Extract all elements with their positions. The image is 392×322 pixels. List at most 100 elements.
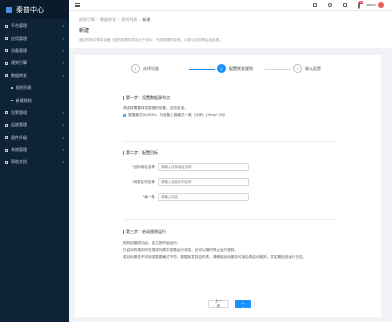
section-title: 第一步：设置数据源节点 bbox=[123, 95, 337, 101]
menu-icon bbox=[5, 24, 8, 28]
sidebar-item[interactable]: 运维管理 ▾ bbox=[0, 119, 69, 131]
user-menu[interactable]: admin bbox=[366, 2, 384, 8]
bullet-icon bbox=[11, 87, 13, 89]
breadcrumb: 规则引擎 / 数据转发 / 规则列表 / 新建 bbox=[79, 17, 151, 23]
form-buttons: 上一步 下一步 bbox=[208, 297, 251, 311]
format-option[interactable]: 数据格式为JSON，与设备上报格式一致（示例：{"temp":25}） bbox=[123, 113, 337, 118]
section-title: 第三步：启动规则运行 bbox=[123, 229, 337, 235]
sidebar-item[interactable]: 帮助文档 ▾ bbox=[0, 156, 69, 168]
section-text: 请选择需要转发数据的设备，支持多选。 bbox=[123, 106, 188, 110]
sidebar-item-label: 数据转发 bbox=[11, 72, 27, 78]
breadcrumb-current: 新建 bbox=[142, 17, 151, 22]
brand-title: 秦普中心 bbox=[16, 6, 44, 14]
sidebar-item-label: 应用管理 bbox=[11, 35, 27, 41]
sidebar-item[interactable]: 固件升级 ▾ bbox=[0, 132, 69, 144]
fullscreen-icon[interactable] bbox=[313, 3, 318, 7]
menu-icon bbox=[5, 111, 8, 115]
step-3: 3 确认配置 bbox=[293, 64, 321, 73]
menu-icon bbox=[5, 148, 8, 152]
sidebar-item-label: 新建规则 bbox=[15, 97, 32, 103]
chevron-down-icon: ▾ bbox=[62, 36, 64, 41]
sidebar-item[interactable]: 规则列表 bbox=[0, 82, 69, 94]
divider bbox=[123, 219, 337, 220]
menu-icon bbox=[5, 37, 8, 41]
avatar bbox=[378, 2, 384, 8]
next-button[interactable]: 下一步 bbox=[235, 297, 251, 311]
logo-icon bbox=[6, 6, 12, 13]
queue-name-input[interactable] bbox=[158, 178, 249, 186]
section-start: 第三步：启动规则运行 规则创建成功后，会立即开始运行。 已启动的规则可在规则列表… bbox=[123, 229, 337, 259]
sidebar-item[interactable]: 规则引擎 ▾ bbox=[0, 57, 69, 69]
step-1: 1 选择设备 bbox=[131, 64, 159, 73]
chevron-down-icon: ▾ bbox=[62, 160, 64, 165]
sidebar-item-label: 平台管理 bbox=[11, 23, 27, 29]
sidebar-item[interactable]: 设备管理 ▾ bbox=[0, 45, 69, 57]
chevron-down-icon: ▾ bbox=[62, 110, 64, 115]
section-data-source: 第一步：设置数据源节点 请选择需要转发数据的设备，支持多选。 数据格式为JSON… bbox=[123, 95, 337, 118]
menu-icon bbox=[5, 123, 8, 127]
chevron-down-icon: ▾ bbox=[62, 135, 64, 140]
step-2: 2 配置转发规则 bbox=[217, 64, 253, 73]
sidebar-item-label: 系统管理 bbox=[11, 147, 27, 153]
sidebar-item[interactable]: 新建规则 bbox=[0, 94, 69, 106]
menu-icon bbox=[5, 49, 8, 53]
step-label: 确认配置 bbox=[305, 65, 321, 71]
menu-icon bbox=[5, 136, 8, 140]
page-description: 通过规则引擎将设备上报的数据转发到云产品中，完成数据的存储、计算与应用等后续处理… bbox=[79, 38, 223, 42]
notification-bell[interactable]: 12 bbox=[358, 0, 364, 9]
section-text: 若目标服务不可用或数据格式不符，数据转发将会失败，请确保目标服务可用后再启动规则… bbox=[123, 254, 307, 259]
breadcrumb-item[interactable]: 数据转发 bbox=[100, 17, 116, 23]
prev-button[interactable]: 上一步 bbox=[208, 299, 229, 308]
option-label: 数据格式为JSON，与设备上报格式一致（示例：{"temp":25}） bbox=[128, 113, 228, 117]
form-row: *目标地址名称 bbox=[123, 163, 337, 171]
breadcrumb-item[interactable]: 规则引擎 bbox=[79, 17, 95, 23]
page-header: 规则引擎 / 数据转发 / 规则列表 / 新建 新建 通过规则引擎将设备上报的数… bbox=[69, 11, 392, 48]
content-input[interactable] bbox=[158, 193, 249, 201]
field-label: *目标地址名称 bbox=[132, 164, 155, 169]
radio-icon[interactable] bbox=[123, 113, 127, 118]
menu-icon bbox=[5, 160, 8, 164]
sidebar-item[interactable]: 系统管理 ▾ bbox=[0, 144, 69, 156]
sidebar-item[interactable]: 应用管理 ▾ bbox=[0, 32, 69, 44]
chevron-down-icon: ▾ bbox=[62, 123, 64, 128]
sidebar-item[interactable]: 平台管理 ▾ bbox=[0, 20, 69, 32]
brand: 秦普中心 bbox=[0, 0, 69, 19]
chevron-down-icon: ▾ bbox=[62, 24, 64, 29]
step-number: 2 bbox=[217, 64, 226, 73]
form-row: *消息队列名称 bbox=[123, 178, 337, 186]
section-title: 第二步：配置目标 bbox=[123, 150, 337, 156]
sidebar-item-label: 帮助文档 bbox=[11, 159, 27, 165]
section-text: 规则创建成功后，会立即开始运行。 bbox=[123, 241, 181, 245]
divider bbox=[123, 141, 337, 142]
settings-icon[interactable] bbox=[343, 3, 348, 7]
menu-toggle-icon[interactable] bbox=[75, 3, 80, 7]
step-label: 配置转发规则 bbox=[229, 65, 253, 71]
top-bar: 12 admin bbox=[69, 0, 392, 11]
sidebar-item[interactable]: 数据转发 ▾ bbox=[0, 70, 69, 82]
sidebar-item[interactable]: 告警管理 ▾ bbox=[0, 107, 69, 119]
bullet-icon bbox=[11, 99, 13, 102]
menu-icon bbox=[5, 74, 8, 78]
menu-icon bbox=[5, 61, 8, 65]
step-number: 1 bbox=[131, 64, 140, 73]
sidebar-item-label: 设备管理 bbox=[11, 47, 27, 53]
username: admin bbox=[366, 3, 376, 7]
chevron-down-icon: ▾ bbox=[62, 73, 64, 78]
sidebar-item-label: 运维管理 bbox=[11, 122, 27, 128]
step-label: 选择设备 bbox=[143, 65, 159, 71]
form-card: 1 选择设备 2 配置转发规则 3 确认配置 第一步：设置数据源节点 请选择需要… bbox=[75, 55, 381, 317]
section-target: 第二步：配置目标 *目标地址名称 *消息队列名称 *每一条 bbox=[123, 150, 337, 201]
help-icon[interactable] bbox=[328, 3, 333, 7]
chevron-down-icon: ▾ bbox=[62, 48, 64, 53]
notification-badge: 12 bbox=[358, 0, 364, 4]
page-title: 新建 bbox=[79, 28, 90, 34]
breadcrumb-item[interactable]: 规则列表 bbox=[121, 17, 137, 23]
form-row: *每一条 bbox=[123, 193, 337, 201]
sidebar-menu: 平台管理 ▾ 应用管理 ▾ 设备管理 ▾ 规则引擎 ▾ 数据转发 ▾ 规则列表 新建规则 告警管理 ▾ 运维… bbox=[0, 19, 69, 169]
target-name-input[interactable] bbox=[158, 163, 249, 171]
field-label: *每一条 bbox=[142, 194, 155, 199]
field-label: *消息队列名称 bbox=[132, 179, 155, 184]
step-number: 3 bbox=[293, 64, 302, 73]
sidebar-item-label: 规则列表 bbox=[15, 85, 32, 91]
sidebar-item-label: 告警管理 bbox=[11, 109, 27, 115]
